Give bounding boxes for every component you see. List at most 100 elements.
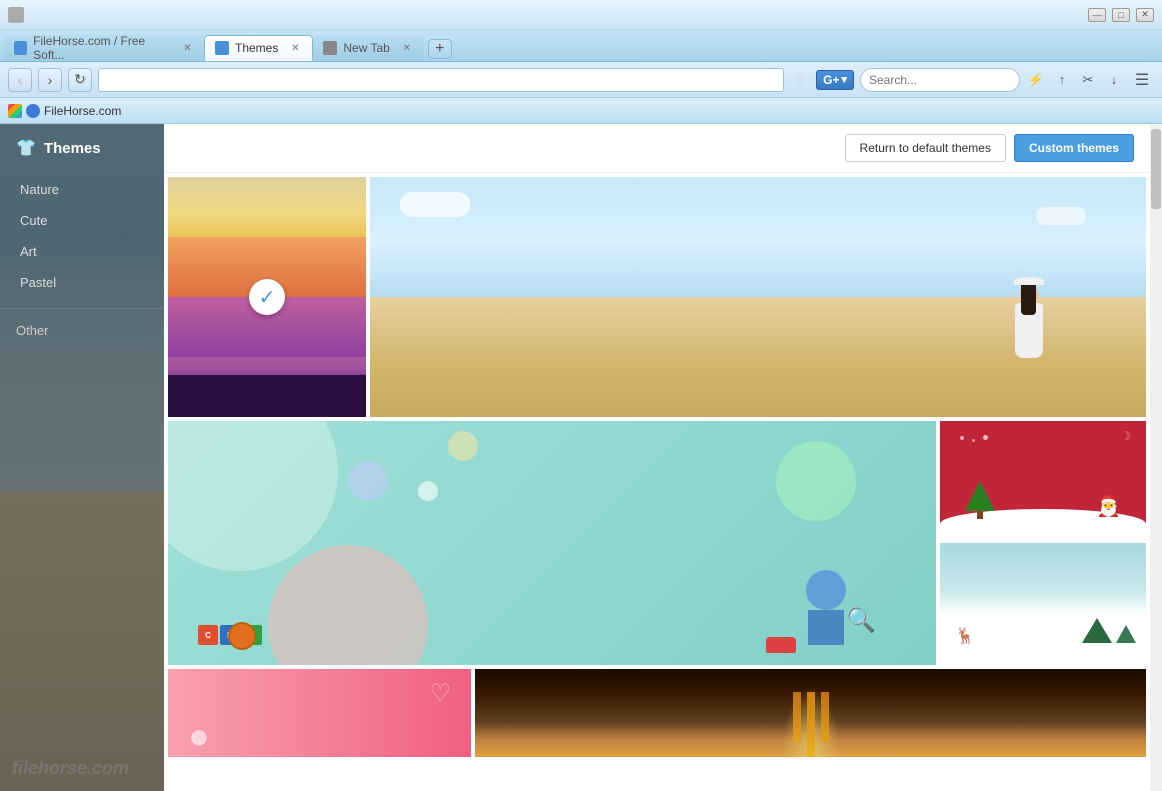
star-3	[983, 435, 988, 440]
sidebar-header: 👕 Themes	[0, 124, 164, 168]
sidebar-nav: Nature Cute Art Pastel	[0, 168, 164, 304]
themes-row-1: ✓	[168, 177, 1146, 417]
tree-body	[965, 481, 995, 511]
sidebar-item-cute[interactable]: Cute	[0, 205, 164, 236]
scrollbar-thumb[interactable]	[1151, 129, 1161, 209]
tab-close-themes[interactable]: ✕	[288, 41, 302, 55]
magnifying-glass: 🔍	[846, 606, 876, 635]
themes-grid: ✓	[164, 173, 1150, 761]
return-default-button[interactable]: Return to default themes	[845, 134, 1006, 162]
address-bar: ‹ › ↻ ☆ G+ ▾ ⚡ ↑ ✂ ↓ ☰	[0, 62, 1162, 98]
pink-element-2: ♡	[429, 679, 451, 708]
figure-hair	[1021, 285, 1036, 315]
custom-themes-button[interactable]: Custom themes	[1014, 134, 1134, 162]
xmas-moon: ☽	[1120, 429, 1131, 443]
browser-frame: — □ ✕ FileHorse.com / Free Soft... ✕ The…	[0, 0, 1162, 791]
minimize-button[interactable]: —	[1088, 8, 1106, 22]
theme-card-cute-cartoon[interactable]: C B A 🔍	[168, 421, 936, 665]
nature-dark	[168, 375, 366, 417]
maximize-button[interactable]: □	[1112, 8, 1130, 22]
upload-icon[interactable]: ↑	[1052, 70, 1072, 90]
cute-circle-6	[418, 481, 438, 501]
close-button[interactable]: ✕	[1136, 8, 1154, 22]
bookmarks-bar: FileHorse.com	[0, 98, 1162, 124]
cute-circle-1	[168, 421, 338, 571]
sidebar-other-label: Other	[0, 313, 164, 344]
winter-tree-2	[1116, 625, 1136, 643]
character-body	[808, 610, 844, 645]
tab-favicon-themes	[215, 41, 229, 55]
tab-label-themes: Themes	[235, 41, 278, 55]
tab-close-filehorse[interactable]: ✕	[181, 41, 194, 55]
tab-close-newtab[interactable]: ✕	[400, 41, 414, 55]
themes-icon: 👕	[16, 138, 36, 158]
sidebar-item-nature[interactable]: Nature	[0, 174, 164, 205]
column-2	[807, 692, 815, 757]
star-2	[972, 439, 975, 442]
tab-bar: FileHorse.com / Free Soft... ✕ Themes ✕ …	[0, 30, 1162, 62]
cut-icon[interactable]: ✂	[1078, 70, 1098, 90]
tree-trunk	[977, 511, 983, 519]
theme-nature-bottom	[168, 297, 366, 417]
tab-newtab[interactable]: New Tab ✕	[313, 35, 423, 61]
tab-themes[interactable]: Themes ✕	[204, 35, 313, 61]
winter-tree-1	[1082, 618, 1112, 643]
bookmark-star-icon[interactable]: ☆	[790, 70, 810, 90]
cute-circle-3	[776, 441, 856, 521]
browser-icon	[8, 7, 24, 23]
download-icon[interactable]: ↓	[1104, 70, 1124, 90]
theme-card-nature-sunset[interactable]: ✓	[168, 177, 366, 417]
new-tab-button[interactable]: +	[428, 39, 452, 59]
cute-car	[766, 637, 796, 653]
tab-label-filehorse: FileHorse.com / Free Soft...	[33, 34, 171, 62]
address-input[interactable]	[98, 68, 784, 92]
content-panel: Return to default themes Custom themes	[164, 124, 1150, 791]
cloud-2	[1036, 207, 1086, 225]
character-head	[806, 570, 846, 610]
title-bar-left	[8, 7, 24, 23]
sidebar-divider	[0, 308, 164, 309]
reload-button[interactable]: ↻	[68, 68, 92, 92]
theme-card-winter[interactable]: 🦌	[940, 543, 1146, 661]
google-account-button[interactable]: G+ ▾	[816, 70, 854, 90]
menu-button[interactable]: ☰	[1130, 68, 1154, 92]
tab-favicon-filehorse	[14, 41, 27, 55]
google-icon: G+	[823, 73, 839, 87]
theme-card-pink[interactable]: ● ♡	[168, 669, 471, 757]
themes-row-2: C B A 🔍	[168, 421, 1146, 665]
selected-checkmark: ✓	[249, 279, 285, 315]
search-input[interactable]	[860, 68, 1020, 92]
extensions-icon[interactable]: ⚡	[1026, 70, 1046, 90]
cloud-1	[400, 192, 470, 217]
pink-element: ●	[188, 715, 210, 757]
column-3	[821, 692, 829, 742]
xmas-santa: 🎅	[1096, 494, 1121, 519]
bookmark-filehorse[interactable]: FileHorse.com	[8, 104, 121, 118]
dark-columns	[793, 692, 829, 757]
sidebar-title: Themes	[44, 140, 101, 157]
cute-ball	[228, 622, 256, 650]
bookmark-horse-icon	[26, 104, 40, 118]
sidebar-item-pastel[interactable]: Pastel	[0, 267, 164, 298]
right-column: ☽ 🎅	[940, 421, 1146, 665]
winter-scene	[1082, 618, 1136, 643]
xmas-tree	[965, 481, 995, 519]
tab-filehorse[interactable]: FileHorse.com / Free Soft... ✕	[4, 35, 204, 61]
forward-button[interactable]: ›	[38, 68, 62, 92]
theme-card-christmas[interactable]: ☽ 🎅	[940, 421, 1146, 539]
sidebar-item-art[interactable]: Art	[0, 236, 164, 267]
theme-card-beach-girl[interactable]	[370, 177, 1146, 417]
stars-row	[960, 436, 988, 442]
title-bar-controls: — □ ✕	[1088, 8, 1154, 22]
figure-hat	[1014, 277, 1044, 285]
bookmark-colorful-icon	[8, 104, 22, 118]
cute-circle-2	[268, 545, 428, 665]
content-top-bar: Return to default themes Custom themes	[164, 124, 1150, 173]
column-1	[793, 692, 801, 742]
winter-santa-sled: 🦌	[955, 626, 975, 646]
back-button[interactable]: ‹	[8, 68, 32, 92]
right-scrollbar[interactable]	[1150, 124, 1162, 791]
bookmark-label: FileHorse.com	[44, 104, 121, 118]
tab-label-newtab: New Tab	[343, 41, 389, 55]
theme-card-dark-warm[interactable]	[475, 669, 1146, 757]
